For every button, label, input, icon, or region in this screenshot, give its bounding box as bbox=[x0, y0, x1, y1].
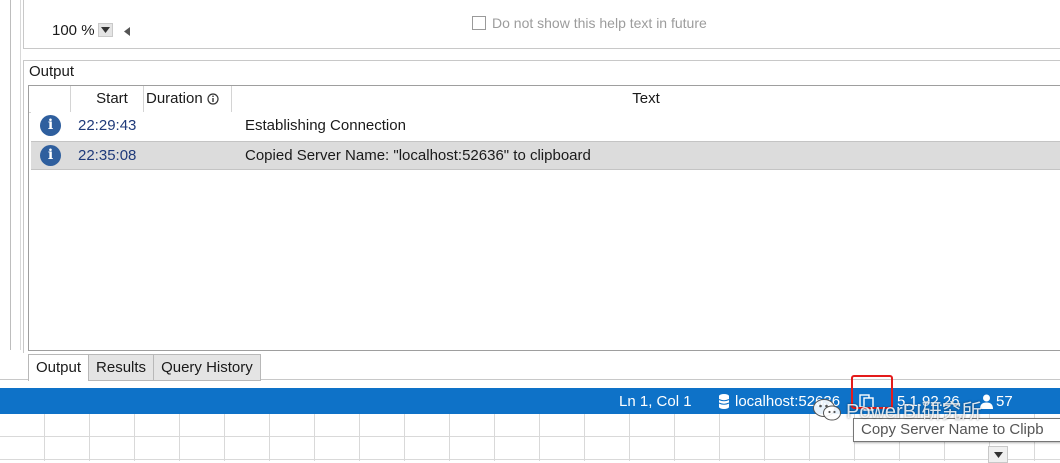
watermark-text: PowerBI研究所 bbox=[846, 401, 982, 423]
help-checkbox-label: Do not show this help text in future bbox=[492, 15, 707, 31]
tab-query-history[interactable]: Query History bbox=[154, 354, 261, 381]
column-header-duration-label: Duration bbox=[146, 90, 203, 107]
row-message: Copied Server Name: "localhost:52636" to… bbox=[245, 147, 591, 164]
row-start-time: 22:35:08 bbox=[78, 147, 137, 164]
watermark: PowerBI研究所 bbox=[812, 395, 982, 424]
zoom-control[interactable]: 100 % bbox=[52, 21, 113, 39]
row-start-time: 22:29:43 bbox=[78, 117, 137, 134]
scroll-down-icon[interactable] bbox=[988, 446, 1008, 463]
info-icon: i bbox=[40, 145, 61, 166]
help-checkbox-row[interactable]: Do not show this help text in future bbox=[472, 15, 707, 31]
info-circle-icon[interactable] bbox=[207, 93, 219, 105]
column-header-duration[interactable]: Duration bbox=[144, 86, 232, 112]
scroll-left-icon[interactable] bbox=[124, 27, 130, 36]
left-panel-border bbox=[10, 0, 11, 350]
output-row-selected[interactable]: i 22:35:08 Copied Server Name: "localhos… bbox=[31, 141, 1060, 170]
wechat-logo-icon bbox=[813, 398, 841, 420]
column-header-text[interactable]: Text bbox=[232, 86, 1060, 112]
info-icon: i bbox=[40, 115, 61, 136]
left-panel-border-inner bbox=[20, 0, 21, 350]
zoom-value: 100 % bbox=[52, 21, 95, 39]
output-row[interactable]: i 22:29:43 Establishing Connection bbox=[31, 112, 1060, 139]
column-header-icon[interactable] bbox=[29, 86, 71, 112]
chevron-down-icon[interactable] bbox=[97, 23, 113, 37]
tab-output[interactable]: Output bbox=[28, 354, 90, 381]
help-checkbox[interactable] bbox=[472, 16, 486, 30]
column-header-start[interactable]: Start bbox=[71, 86, 144, 112]
output-panel-title: Output bbox=[29, 63, 75, 80]
database-icon bbox=[718, 394, 730, 409]
user-count: 57 bbox=[996, 393, 1013, 410]
tab-results[interactable]: Results bbox=[89, 354, 155, 381]
cursor-position: Ln 1, Col 1 bbox=[619, 393, 692, 410]
row-message: Establishing Connection bbox=[245, 117, 406, 134]
bottom-tabs: Output Results Query History bbox=[28, 354, 261, 381]
output-grid-header: Start Duration Text bbox=[29, 86, 1060, 113]
